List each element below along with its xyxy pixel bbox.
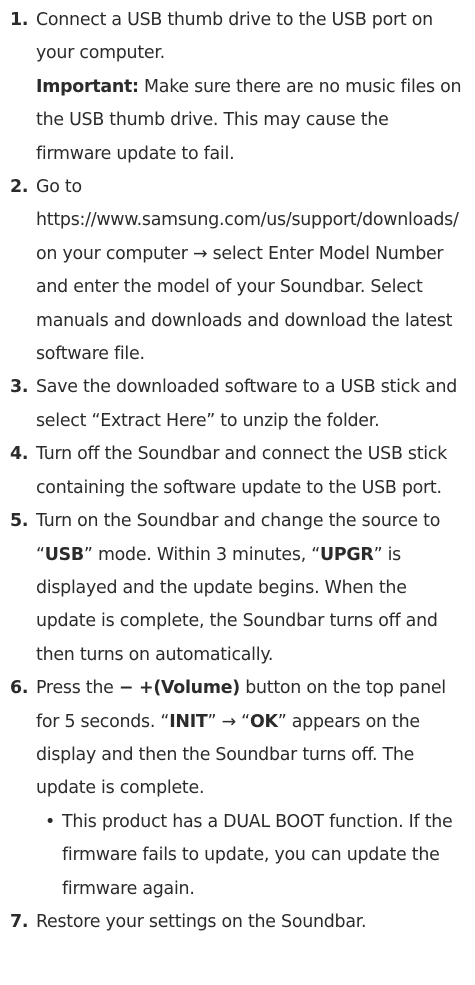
volume-button-label: − +(Volume) (118, 678, 240, 699)
step-text: Save the downloaded software to a USB st… (36, 377, 458, 431)
step-4: 4. Turn off the Soundbar and connect the… (4, 438, 465, 505)
step-5: 5. Turn on the Soundbar and change the s… (4, 505, 465, 672)
step-3: 3. Save the downloaded software to a USB… (4, 371, 465, 438)
step-text: Go to https://www.samsung.com/us/support… (36, 177, 459, 365)
step-text-part: Press the (36, 678, 119, 699)
upgr-display-label: UPGR (320, 544, 374, 565)
init-display-label: INIT (169, 711, 208, 732)
step-2: 2. Go to https://www.samsung.com/us/supp… (4, 171, 465, 371)
important-label: Important: (36, 76, 139, 97)
step-number: 1. (10, 10, 29, 30)
step-number: 2. (10, 177, 29, 198)
step-6: 6. Press the − +(Volume) button on the t… (4, 672, 465, 906)
step-text: Turn off the Soundbar and connect the US… (36, 444, 447, 498)
ok-display-label: OK (249, 711, 278, 732)
step-text: Restore your settings on the Soundbar. (36, 911, 367, 932)
step-text-part: ” → “ (207, 711, 251, 732)
step-text-part: ” mode. Within 3 minutes, “ (83, 544, 321, 565)
dual-boot-note: • This product has a DUAL BOOT function.… (40, 806, 465, 906)
step-text: Connect a USB thumb drive to the USB por… (36, 10, 433, 64)
step-7: 7. Restore your settings on the Soundbar… (4, 906, 465, 939)
step-number: 5. (10, 511, 29, 532)
bullet-icon: • (45, 811, 56, 832)
usb-mode-label: USB (44, 544, 84, 565)
step-number: 3. (10, 377, 29, 398)
step-number: 4. (10, 444, 29, 465)
step-1: 1. Connect a USB thumb drive to the USB … (4, 4, 465, 171)
firmware-update-instructions: 1. Connect a USB thumb drive to the USB … (0, 0, 475, 939)
step-number: 6. (10, 678, 29, 699)
step-number: 7. (10, 911, 29, 932)
bullet-text: This product has a DUAL BOOT function. I… (62, 811, 453, 899)
